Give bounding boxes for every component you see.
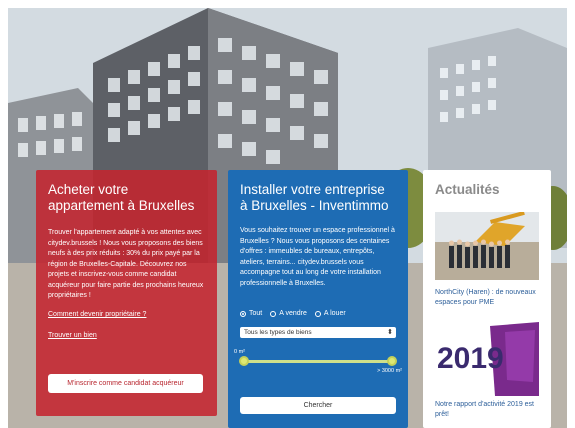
- search-button[interactable]: Chercher: [240, 397, 396, 414]
- property-type-select[interactable]: Tous les types de biens ⬍: [240, 327, 396, 338]
- area-range-slider-track[interactable]: [244, 360, 394, 363]
- area-range-max-label: > 3000 m²: [377, 368, 402, 374]
- news-card: Actualités NorthCity (Haren) : de nouvea…: [423, 170, 551, 428]
- news-item-northcity-link[interactable]: NorthCity (Haren) : de nouveaux espaces …: [435, 288, 543, 308]
- buy-card-title: Acheter votre appartement à Bruxelles: [48, 182, 195, 213]
- area-range-min-label: 0 m²: [234, 349, 245, 355]
- transaction-type-radio-group: Tout A vendre A louer: [240, 310, 346, 317]
- radio-label: Tout: [249, 310, 263, 317]
- news-image-annual-report[interactable]: 2019: [435, 322, 539, 396]
- business-property-card: Installer votre entreprise à Bruxelles -…: [228, 170, 408, 428]
- radio-dot[interactable]: [240, 310, 246, 317]
- news-card-title: Actualités: [435, 182, 500, 197]
- radio-dot[interactable]: [270, 310, 277, 317]
- news-photo-construction-site[interactable]: [435, 212, 539, 280]
- business-card-description: Vous souhaitez trouver un espace profess…: [240, 227, 395, 287]
- radio-all[interactable]: Tout: [240, 310, 262, 317]
- register-buyer-button[interactable]: M'inscrire comme candidat acquéreur: [48, 374, 203, 393]
- buy-card-description: Trouver l'appartement adapté à vos atten…: [48, 229, 204, 299]
- select-value: Tous les types de biens: [244, 329, 312, 336]
- radio-label: A louer: [323, 310, 346, 317]
- radio-dot[interactable]: [314, 310, 321, 317]
- how-to-become-owner-link[interactable]: Comment devenir propriétaire ?: [48, 311, 146, 318]
- radio-label: A vendre: [279, 310, 307, 317]
- radio-for-rent[interactable]: A louer: [314, 310, 346, 317]
- area-range-min-handle[interactable]: [239, 356, 249, 366]
- find-property-link[interactable]: Trouver un bien: [48, 332, 97, 339]
- area-range-max-handle[interactable]: [387, 356, 397, 366]
- radio-for-sale[interactable]: A vendre: [270, 310, 307, 317]
- news-item-annual-report-link[interactable]: Notre rapport d'activité 2019 est prêt!: [435, 400, 543, 420]
- buy-apartment-card: Acheter votre appartement à Bruxelles Tr…: [36, 170, 217, 416]
- updown-chevron-icon: ⬍: [387, 329, 393, 336]
- business-card-title: Installer votre entreprise à Bruxelles -…: [240, 182, 389, 213]
- report-year-text: 2019: [437, 342, 504, 375]
